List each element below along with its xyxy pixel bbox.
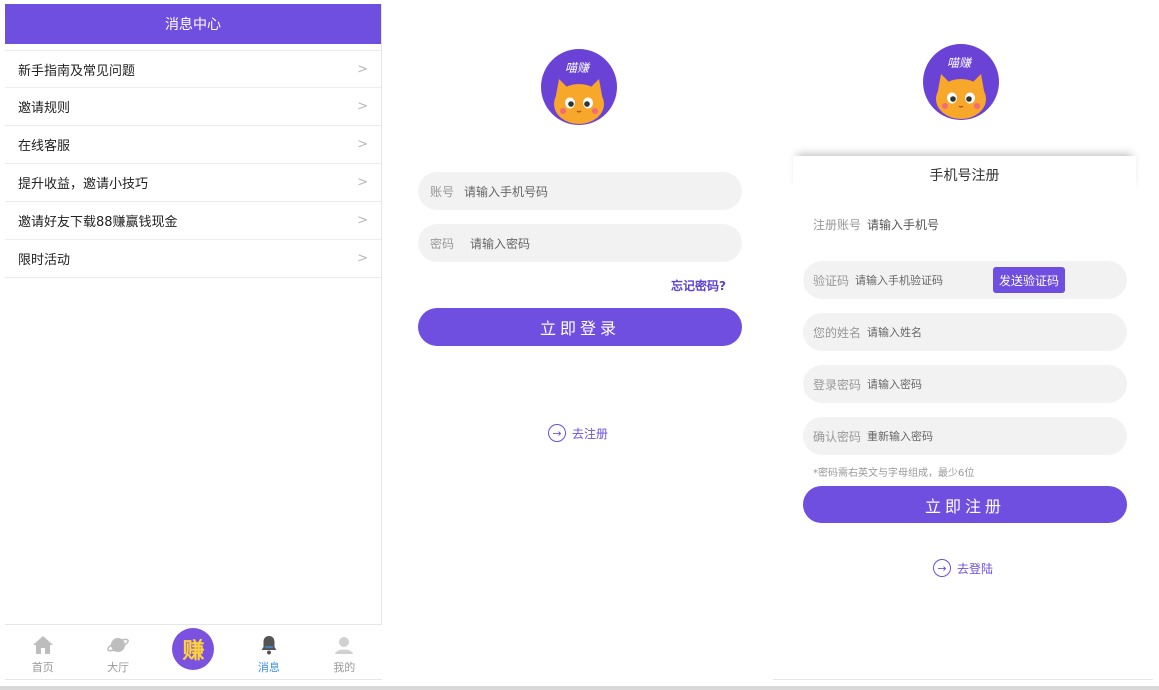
chevron-right-icon: > xyxy=(357,61,368,77)
list-item-label: 邀请好友下载88赚赢钱现金 xyxy=(18,215,178,230)
message-center-header: 消息中心 xyxy=(5,4,381,44)
logo-text: 喵赚 xyxy=(565,61,590,75)
chevron-right-icon: > xyxy=(357,175,368,190)
logo-avatar: 喵赚 xyxy=(923,44,999,120)
register-title-text: 手机号注册 xyxy=(929,168,1000,184)
login-password-label: 登录密码 xyxy=(813,377,862,392)
confirm-password-label: 确认密码 xyxy=(813,429,862,444)
earn-badge: 赚 xyxy=(172,628,215,670)
chevron-right-icon: > xyxy=(357,99,368,114)
logo-avatar: 喵赚 xyxy=(541,49,617,125)
register-account-field[interactable]: 注册账号 请输入手机号 xyxy=(813,216,939,233)
arrow-right-icon: → xyxy=(933,559,951,577)
password-label: 密码 xyxy=(430,236,455,251)
list-item-support[interactable]: 在线客服 > xyxy=(5,126,381,164)
name-input[interactable]: 请输入姓名 xyxy=(867,324,922,340)
account-field[interactable]: 账号 请输入手机号码 xyxy=(418,172,742,210)
password-field[interactable]: 密码 请输入密码 xyxy=(418,224,742,262)
message-center-panel: 消息中心 新手指南及常见问题 > 邀请规则 > 在线客服 > 提升收益，邀请小技… xyxy=(5,4,382,680)
message-list: 新手指南及常见问题 > 邀请规则 > 在线客服 > 提升收益，邀请小技巧 > 邀… xyxy=(5,50,381,278)
verify-code-field[interactable]: 验证码 请输入手机验证码 发送验证码 xyxy=(803,261,1127,299)
send-code-button[interactable]: 发送验证码 xyxy=(992,267,1065,293)
password-input[interactable]: 请输入密码 xyxy=(470,235,530,252)
list-item-invite-friends[interactable]: 邀请好友下载88赚赢钱现金 > xyxy=(5,202,381,240)
home-icon xyxy=(32,634,54,656)
arrow-right-icon: → xyxy=(548,424,566,442)
tab-messages[interactable]: 消息 xyxy=(239,634,299,675)
register-panel: 喵赚 手机号注册 注册账号 请输入手机号 验证码 请输入手机验证码 发送验证码 … xyxy=(773,4,1153,680)
login-password-input[interactable]: 请输入密码 xyxy=(867,376,922,392)
go-register-link[interactable]: → 去注册 xyxy=(548,424,608,442)
register-account-label: 注册账号 xyxy=(813,218,862,232)
account-label: 账号 xyxy=(430,184,455,199)
list-item-tips[interactable]: 提升收益，邀请小技巧 > xyxy=(5,164,381,202)
tab-label: 我的 xyxy=(333,661,356,674)
login-password-field[interactable]: 登录密码 请输入密码 xyxy=(803,365,1127,403)
verify-code-label: 验证码 xyxy=(813,273,850,288)
tab-label: 首页 xyxy=(31,661,54,674)
list-item-limited-events[interactable]: 限时活动 > xyxy=(5,240,381,278)
list-item-label: 限时活动 xyxy=(18,253,71,268)
account-input[interactable]: 请输入手机号码 xyxy=(464,183,548,200)
tab-earn[interactable]: 赚 xyxy=(163,623,223,675)
user-icon xyxy=(334,634,354,656)
register-title: 手机号注册 xyxy=(793,156,1136,194)
name-field[interactable]: 您的姓名 请输入姓名 xyxy=(803,313,1127,351)
go-register-label: 去注册 xyxy=(572,426,609,441)
logo-text: 喵赚 xyxy=(947,56,972,70)
list-item-guide[interactable]: 新手指南及常见问题 > xyxy=(5,50,381,88)
chevron-right-icon: > xyxy=(357,137,368,152)
confirm-password-field[interactable]: 确认密码 重新输入密码 xyxy=(803,417,1127,455)
chevron-right-icon: > xyxy=(357,251,368,266)
bottom-divider xyxy=(0,686,1159,690)
confirm-password-input[interactable]: 重新输入密码 xyxy=(867,428,933,444)
register-button[interactable]: 立即注册 xyxy=(803,486,1127,523)
login-panel: 喵赚 账号 请输入手机号码 密码 请输入密码 忘记密码? 立即登录 → 去注册 xyxy=(388,4,768,680)
tab-label: 大厅 xyxy=(107,661,130,674)
tab-home[interactable]: 首页 xyxy=(13,634,73,675)
verify-code-input[interactable]: 请输入手机验证码 xyxy=(855,272,943,288)
tab-mine[interactable]: 我的 xyxy=(314,634,374,675)
tab-label: 消息 xyxy=(257,661,280,674)
list-item-label: 邀请规则 xyxy=(18,101,71,116)
bell-icon xyxy=(260,634,278,656)
list-item-label: 在线客服 xyxy=(18,139,71,154)
go-login-link[interactable]: → 去登陆 xyxy=(933,559,993,577)
planet-icon xyxy=(107,634,129,656)
go-login-label: 去登陆 xyxy=(957,561,994,576)
list-item-label: 新手指南及常见问题 xyxy=(18,63,136,79)
chevron-right-icon: > xyxy=(357,213,368,228)
list-item-invite-rules[interactable]: 邀请规则 > xyxy=(5,88,381,126)
page-title: 消息中心 xyxy=(165,17,221,33)
name-label: 您的姓名 xyxy=(813,325,862,340)
bottom-tabbar: 首页 大厅 赚 消息 我的 xyxy=(5,624,382,679)
tab-hall[interactable]: 大厅 xyxy=(88,634,148,675)
login-button[interactable]: 立即登录 xyxy=(418,308,742,346)
list-item-label: 提升收益，邀请小技巧 xyxy=(18,177,149,192)
screen: 消息中心 新手指南及常见问题 > 邀请规则 > 在线客服 > 提升收益，邀请小技… xyxy=(0,0,1159,690)
register-account-input[interactable]: 请输入手机号 xyxy=(867,216,939,233)
password-hint: *密码需右英文与字母组成，最少6位 xyxy=(813,468,975,479)
forgot-password-link[interactable]: 忘记密码? xyxy=(671,277,726,294)
